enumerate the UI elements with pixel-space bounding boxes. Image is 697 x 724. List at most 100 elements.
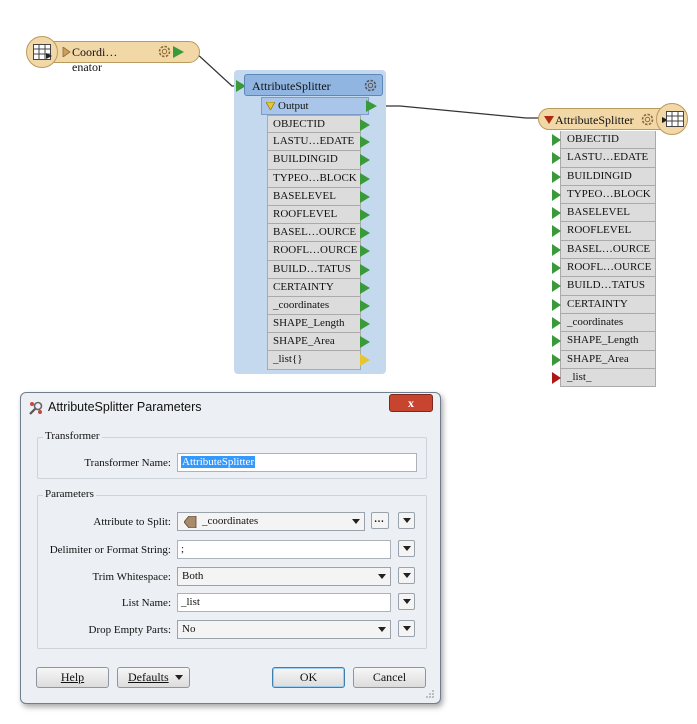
delimiter-options-button[interactable] — [398, 540, 415, 557]
writer-title: AttributeSplitter — [555, 113, 634, 127]
trim-whitespace-select[interactable]: Both — [177, 567, 391, 586]
delimiter-field[interactable]: ; — [177, 540, 391, 559]
parameters-group-label: Parameters — [43, 488, 96, 500]
writer-port[interactable]: BASEL…OURCE — [552, 240, 656, 260]
output-port-icon[interactable] — [366, 100, 378, 112]
output-port-group[interactable]: Output — [261, 97, 369, 115]
input-port-icon[interactable] — [552, 188, 561, 201]
list-name-options-button[interactable] — [398, 593, 415, 610]
writer-port[interactable]: BUILDINGID — [552, 167, 656, 186]
transformer-name-field[interactable]: AttributeSplitter — [177, 453, 417, 472]
splitter-port[interactable]: ROOFLEVEL — [267, 205, 370, 225]
writer-port[interactable]: SHAPE_Area — [552, 350, 656, 369]
input-port-icon[interactable] — [552, 262, 561, 275]
port-label: LASTU…EDATE — [273, 135, 355, 148]
splitter-port[interactable]: TYPEO…BLOCK — [267, 169, 370, 188]
writer-port[interactable]: ROOFL…OURCE — [552, 259, 656, 278]
splitter-node-header[interactable]: AttributeSplitter — [244, 74, 383, 96]
writer-port[interactable]: CERTAINTY — [552, 295, 656, 314]
trim-whitespace-label: Trim Whitespace: — [92, 571, 171, 583]
splitter-port[interactable]: BUILDINGID — [267, 151, 370, 170]
close-button[interactable]: x — [389, 394, 433, 412]
trim-whitespace-value: Both — [182, 570, 204, 582]
port-label: ROOFL…OURCE — [273, 244, 358, 257]
splitter-port[interactable]: CERTAINTY — [267, 278, 370, 297]
drop-empty-parts-value: No — [182, 623, 196, 635]
output-port-icon[interactable] — [360, 263, 370, 276]
writer-port[interactable]: SHAPE_Length — [552, 332, 656, 351]
resize-grip-icon[interactable] — [425, 689, 435, 699]
drop-empty-parts-label: Drop Empty Parts: — [88, 624, 172, 636]
unconnected-input-port-icon[interactable] — [552, 371, 561, 384]
writer-port[interactable]: LASTU…EDATE — [552, 149, 656, 168]
writer-port[interactable]: BUILD…TATUS — [552, 277, 656, 296]
input-port-icon[interactable] — [552, 134, 561, 146]
gear-icon[interactable] — [156, 43, 173, 60]
defaults-button[interactable]: Defaults — [117, 667, 190, 688]
output-port-icon[interactable] — [173, 46, 185, 58]
output-port-icon[interactable] — [360, 190, 370, 203]
drop-empty-options-button[interactable] — [398, 620, 415, 637]
input-port-icon[interactable] — [552, 243, 561, 256]
writer-port[interactable]: TYPEO…BLOCK — [552, 185, 656, 205]
attribute-to-split-value: _coordinates — [202, 515, 259, 527]
output-port-icon[interactable] — [360, 299, 370, 312]
output-port-icon[interactable] — [360, 318, 370, 331]
gear-icon[interactable] — [639, 111, 656, 128]
output-port-icon[interactable] — [360, 172, 370, 185]
input-port-icon[interactable] — [552, 316, 561, 329]
output-port-icon[interactable] — [360, 336, 370, 349]
output-port-icon[interactable] — [360, 136, 370, 149]
expand-triangle-icon[interactable] — [266, 102, 275, 110]
attribute-picker-button[interactable]: … — [371, 512, 389, 529]
writer-port[interactable]: _list_ — [552, 368, 656, 388]
splitter-port[interactable]: SHAPE_Area — [267, 333, 370, 352]
output-port-icon[interactable] — [360, 119, 370, 131]
splitter-port[interactable]: _list{} — [267, 351, 370, 370]
splitter-port[interactable]: SHAPE_Length — [267, 315, 370, 334]
output-port-icon[interactable] — [360, 245, 370, 258]
port-label: BUILDINGID — [273, 153, 338, 166]
input-port-icon[interactable] — [552, 170, 561, 183]
input-port-icon[interactable] — [552, 152, 561, 165]
splitter-port[interactable]: _coordinates — [267, 296, 370, 316]
drop-empty-parts-select[interactable]: No — [177, 620, 391, 639]
help-button[interactable]: Help — [36, 667, 109, 688]
expand-triangle-icon[interactable] — [544, 116, 554, 124]
writer-port[interactable]: OBJECTID — [552, 131, 656, 150]
splitter-port[interactable]: LASTU…EDATE — [267, 133, 370, 152]
output-port-icon[interactable] — [360, 208, 370, 221]
writer-port[interactable]: _coordinates — [552, 313, 656, 333]
port-label: ROOFLEVEL — [273, 207, 338, 220]
input-port-icon[interactable] — [552, 225, 561, 238]
writer-port[interactable]: BASELEVEL — [552, 204, 656, 223]
splitter-title: AttributeSplitter — [252, 79, 331, 93]
splitter-port[interactable]: BASELEVEL — [267, 187, 370, 206]
input-port-icon[interactable] — [552, 280, 561, 293]
input-port-icon[interactable] — [552, 207, 561, 220]
attribute-to-split-select[interactable]: _coordinates — [177, 512, 365, 531]
ok-button[interactable]: OK — [272, 667, 345, 688]
splitter-port[interactable]: ROOFL…OURCE — [267, 242, 370, 261]
table-writer-icon — [662, 111, 684, 127]
output-port-icon[interactable] — [360, 281, 370, 294]
writer-port[interactable]: ROOFLEVEL — [552, 222, 656, 241]
trim-options-button[interactable] — [398, 567, 415, 584]
splitter-port[interactable]: OBJECTID — [267, 115, 370, 134]
output-port-icon[interactable] — [360, 154, 370, 167]
chevron-down-icon — [352, 519, 360, 524]
splitter-port[interactable]: BUILD…TATUS — [267, 260, 370, 279]
port-label: _coordinates — [567, 315, 624, 328]
collapse-triangle-icon[interactable] — [62, 47, 71, 57]
list-output-port-icon[interactable] — [360, 354, 370, 367]
attribute-options-button[interactable] — [398, 512, 415, 529]
list-name-field[interactable]: _list — [177, 593, 391, 612]
dialog-titlebar[interactable]: AttributeSplitter Parameters x — [21, 393, 440, 421]
input-port-icon[interactable] — [552, 298, 561, 311]
splitter-port[interactable]: BASEL…OURCE — [267, 224, 370, 243]
input-port-icon[interactable] — [552, 335, 561, 348]
gear-icon[interactable] — [362, 77, 379, 94]
cancel-button[interactable]: Cancel — [353, 667, 426, 688]
output-port-icon[interactable] — [360, 227, 370, 240]
input-port-icon[interactable] — [552, 353, 561, 366]
